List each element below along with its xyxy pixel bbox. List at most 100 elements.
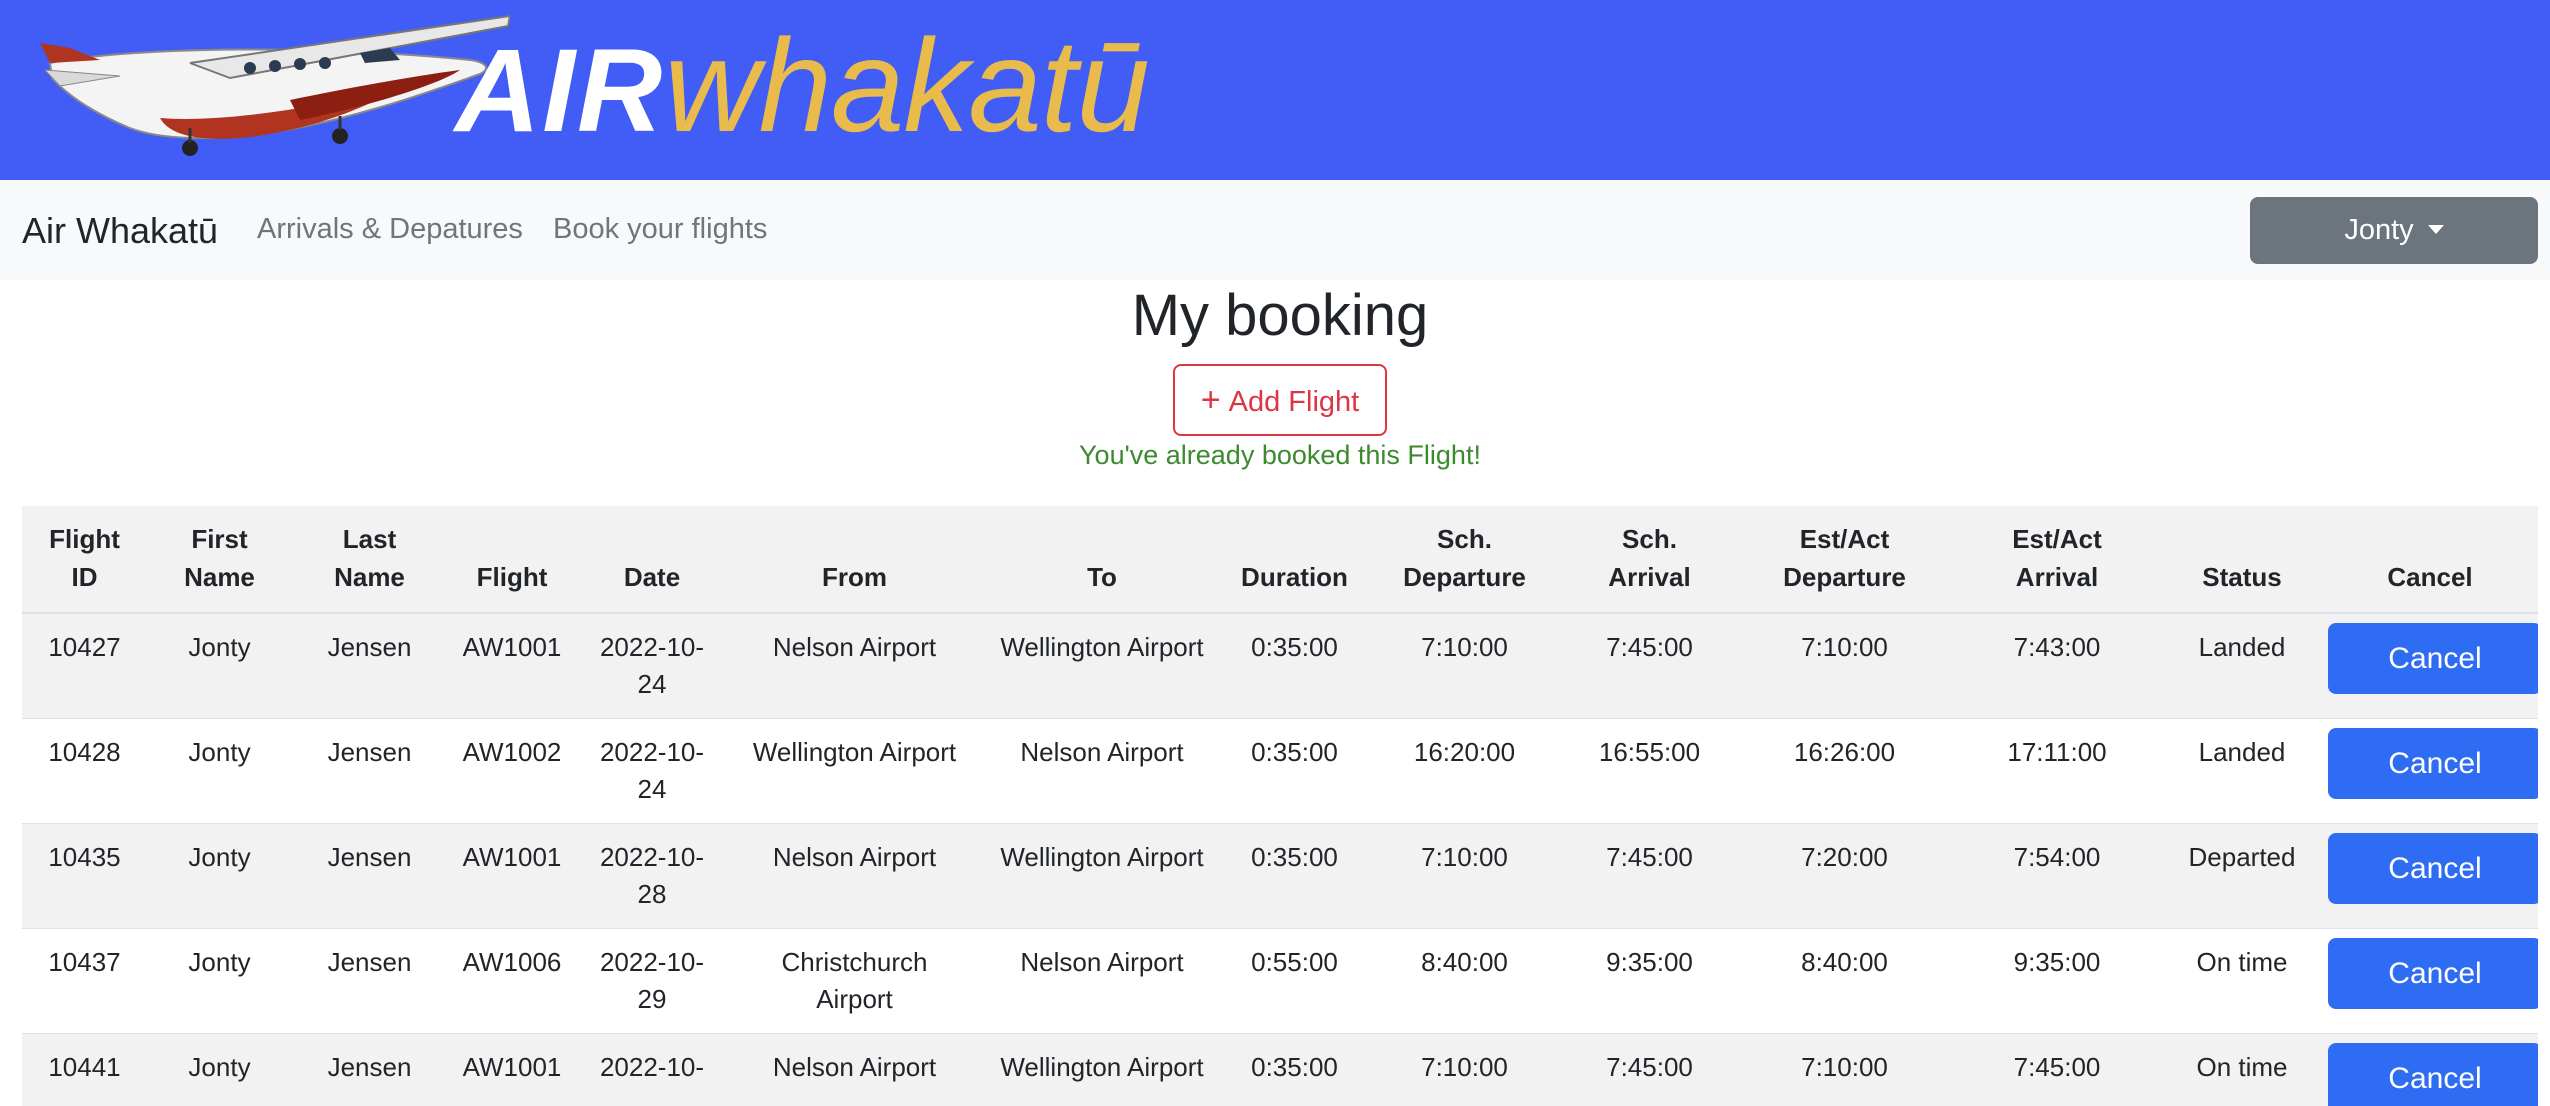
cell-status: On time bbox=[2162, 1033, 2322, 1106]
column-header-to: To bbox=[982, 506, 1222, 613]
cell-sch-arr: 7:45:00 bbox=[1562, 613, 1737, 718]
cancel-booking-button[interactable]: Cancel bbox=[2328, 833, 2538, 904]
column-header-text: Flight bbox=[28, 520, 141, 558]
table-row: 10441JontyJensenAW10012022-10-Nelson Air… bbox=[22, 1033, 2538, 1106]
cell-text: Wellington Airport bbox=[1000, 632, 1203, 662]
cancel-booking-button[interactable]: Cancel bbox=[2328, 728, 2538, 799]
cell-duration: 0:35:00 bbox=[1222, 823, 1367, 928]
table-row: 10437JontyJensenAW10062022-10-29Christch… bbox=[22, 928, 2538, 1033]
cell-text: Christchurch bbox=[733, 944, 976, 981]
cell-text: Nelson Airport bbox=[733, 629, 976, 666]
cell-sch-arr: 7:45:00 bbox=[1562, 1033, 1737, 1106]
column-header-text: Duration bbox=[1228, 558, 1361, 596]
cell-from: Nelson Airport bbox=[727, 1033, 982, 1106]
cell-status: On time bbox=[2162, 928, 2322, 1033]
bookings-table-container: FlightIDFirstNameLastNameFlightDateFromT… bbox=[22, 506, 2538, 1106]
cell-id: 10435 bbox=[22, 823, 147, 928]
nav-link-book-flights[interactable]: Book your flights bbox=[553, 213, 767, 246]
cell-text: 10428 bbox=[48, 737, 120, 767]
column-header-status: Status bbox=[2162, 506, 2322, 613]
cell-sch-arr: 9:35:00 bbox=[1562, 928, 1737, 1033]
cell-date: 2022-10-28 bbox=[577, 823, 727, 928]
column-header-text: Arrival bbox=[1568, 558, 1731, 596]
cell-sch-arr: 16:55:00 bbox=[1562, 718, 1737, 823]
column-header-text: Departure bbox=[1373, 558, 1556, 596]
cell-text: Jensen bbox=[328, 1052, 412, 1082]
column-header-text: From bbox=[733, 558, 976, 596]
cell-text: Nelson Airport bbox=[733, 1049, 976, 1086]
column-header-date: Date bbox=[577, 506, 727, 613]
cell-flight: AW1001 bbox=[447, 1033, 577, 1106]
cell-text: Jonty bbox=[188, 632, 250, 662]
column-header-text: Departure bbox=[1743, 558, 1946, 596]
column-header-from: From bbox=[727, 506, 982, 613]
airplane-logo-icon bbox=[40, 8, 510, 160]
cell-text: 2022-10- bbox=[583, 734, 721, 771]
column-header-text: Last bbox=[298, 520, 441, 558]
cell-sch-dep: 16:20:00 bbox=[1367, 718, 1562, 823]
cell-text: 7:10:00 bbox=[1421, 632, 1508, 662]
cell-last: Jensen bbox=[292, 1033, 447, 1106]
user-menu-button[interactable]: Jonty bbox=[2250, 197, 2538, 264]
navbar-brand[interactable]: Air Whakatū bbox=[22, 210, 218, 252]
cell-text: 2022-10- bbox=[583, 839, 721, 876]
cell-text: 0:35:00 bbox=[1251, 737, 1338, 767]
cell-date: 2022-10-24 bbox=[577, 613, 727, 718]
cell-text: 10427 bbox=[48, 632, 120, 662]
cell-text: 2022-10- bbox=[583, 1049, 721, 1086]
cell-text: Wellington Airport bbox=[733, 734, 976, 771]
cell-text: 7:20:00 bbox=[1801, 842, 1888, 872]
table-row: 10427JontyJensenAW10012022-10-24Nelson A… bbox=[22, 613, 2538, 718]
cell-text: 7:45:00 bbox=[2014, 1052, 2101, 1082]
cell-text: AW1002 bbox=[463, 737, 562, 767]
column-header-flight-id: FlightID bbox=[22, 506, 147, 613]
site-logo-text: AIRwhakatū bbox=[455, 10, 1149, 160]
cell-first: Jonty bbox=[147, 823, 292, 928]
cell-text: 7:45:00 bbox=[1606, 842, 1693, 872]
column-header-cancel: Cancel bbox=[2322, 506, 2538, 613]
cell-text: 28 bbox=[583, 876, 721, 913]
cancel-booking-button[interactable]: Cancel bbox=[2328, 623, 2538, 694]
cell-est-arr: 7:45:00 bbox=[1952, 1033, 2162, 1106]
column-header-text: Flight bbox=[453, 558, 571, 596]
column-header-text: Arrival bbox=[1958, 558, 2156, 596]
cell-id: 10441 bbox=[22, 1033, 147, 1106]
nav-link-arrivals-departures[interactable]: Arrivals & Depatures bbox=[257, 213, 523, 246]
cell-sch-arr: 7:45:00 bbox=[1562, 823, 1737, 928]
column-header-sch-arrival: Sch.Arrival bbox=[1562, 506, 1737, 613]
cell-cancel: Cancel bbox=[2322, 823, 2538, 928]
cell-cancel: Cancel bbox=[2322, 928, 2538, 1033]
cell-text: Nelson Airport bbox=[733, 839, 976, 876]
cell-text: Wellington Airport bbox=[1000, 1052, 1203, 1082]
column-header-text: To bbox=[988, 558, 1216, 596]
cell-from: ChristchurchAirport bbox=[727, 928, 982, 1033]
cell-text: 7:54:00 bbox=[2014, 842, 2101, 872]
top-navbar: Air Whakatū Arrivals & Depatures Book yo… bbox=[0, 180, 2550, 280]
cell-text: 24 bbox=[583, 771, 721, 808]
add-flight-button[interactable]: +Add Flight bbox=[1173, 364, 1387, 436]
logo-air-text: AIR bbox=[455, 25, 664, 157]
cell-from: Nelson Airport bbox=[727, 613, 982, 718]
cell-text: Jensen bbox=[328, 632, 412, 662]
cell-text: Landed bbox=[2199, 632, 2286, 662]
column-header-text: First bbox=[153, 520, 286, 558]
cell-text: Jonty bbox=[188, 947, 250, 977]
cell-text: 0:35:00 bbox=[1251, 632, 1338, 662]
cancel-booking-button[interactable]: Cancel bbox=[2328, 938, 2538, 1009]
column-header-text: Est/Act bbox=[1958, 520, 2156, 558]
cancel-booking-button[interactable]: Cancel bbox=[2328, 1043, 2538, 1106]
cell-status: Landed bbox=[2162, 718, 2322, 823]
cell-last: Jensen bbox=[292, 613, 447, 718]
cell-text: 0:35:00 bbox=[1251, 842, 1338, 872]
cell-id: 10428 bbox=[22, 718, 147, 823]
cell-text: 7:10:00 bbox=[1801, 632, 1888, 662]
cell-sch-dep: 8:40:00 bbox=[1367, 928, 1562, 1033]
cell-est-arr: 7:54:00 bbox=[1952, 823, 2162, 928]
cell-text: Nelson Airport bbox=[1020, 947, 1183, 977]
cell-text: 24 bbox=[583, 666, 721, 703]
cell-text: 7:10:00 bbox=[1421, 842, 1508, 872]
cell-text: On time bbox=[2196, 1052, 2287, 1082]
cell-text: Wellington Airport bbox=[1000, 842, 1203, 872]
cell-first: Jonty bbox=[147, 718, 292, 823]
cell-text: Airport bbox=[733, 981, 976, 1018]
